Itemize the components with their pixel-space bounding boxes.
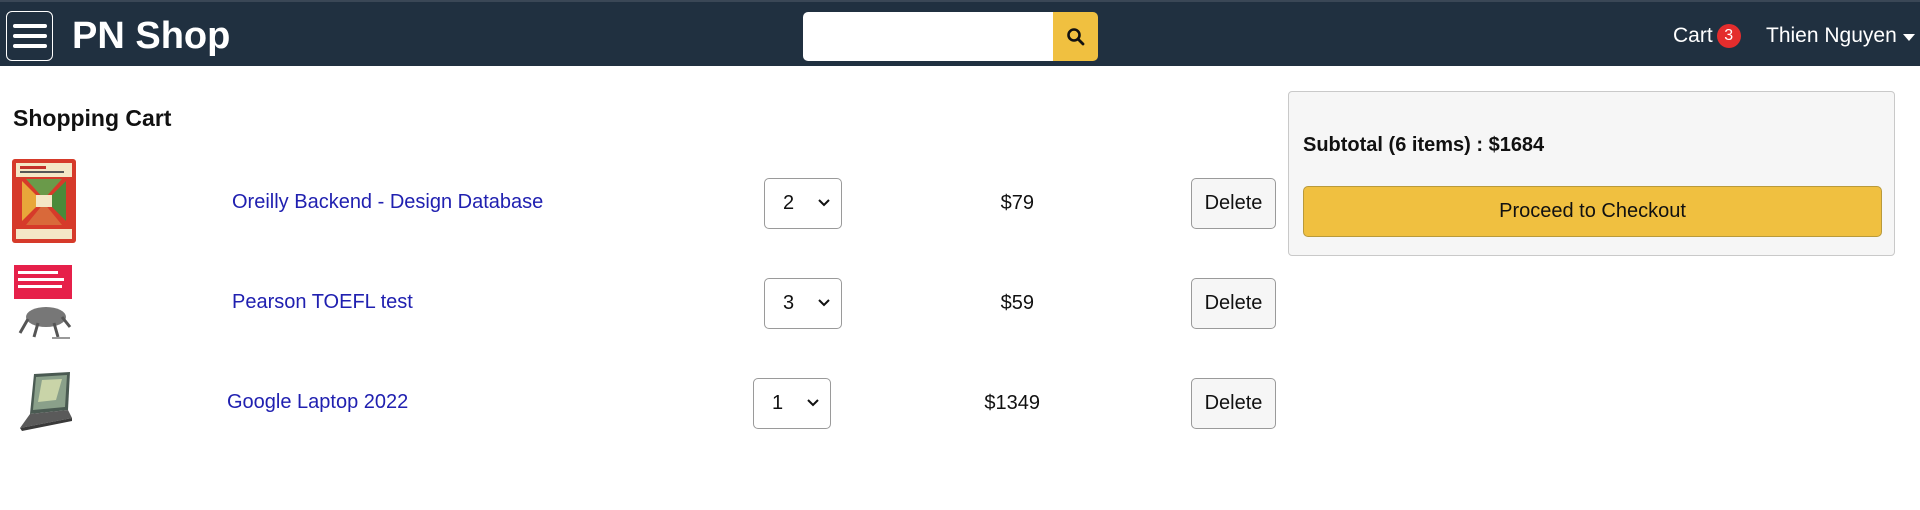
hamburger-menu-button[interactable] xyxy=(6,11,53,61)
product-image[interactable] xyxy=(12,159,76,243)
menu-bar xyxy=(12,24,47,28)
search-bar xyxy=(803,12,1098,61)
product-name-link[interactable]: Google Laptop 2022 xyxy=(227,391,408,414)
cart-count-badge: 3 xyxy=(1716,24,1741,48)
search-icon xyxy=(1066,27,1084,45)
book-cover-icon xyxy=(12,159,76,243)
top-navbar: PN Shop Cart 3 Thien Nguyen xyxy=(0,0,1920,66)
quantity-select[interactable]: 3 xyxy=(764,278,842,329)
cart-link[interactable]: Cart 3 xyxy=(1673,24,1741,48)
proceed-to-checkout-button[interactable]: Proceed to Checkout xyxy=(1303,186,1882,237)
quantity-value: 1 xyxy=(772,392,784,414)
delete-item-button[interactable]: Delete xyxy=(1191,178,1276,229)
product-image[interactable] xyxy=(12,370,76,434)
cart-item-row: Pearson TOEFL test 3 $59 Delete xyxy=(0,258,1290,348)
item-price: $79 xyxy=(1000,192,1034,214)
quantity-value: 2 xyxy=(783,192,795,214)
chevron-down-icon xyxy=(818,199,830,207)
quantity-select[interactable]: 2 xyxy=(764,178,842,229)
menu-bar xyxy=(12,44,47,48)
item-price: $59 xyxy=(1000,292,1034,314)
search-button[interactable] xyxy=(1053,12,1098,61)
user-name: Thien Nguyen xyxy=(1766,24,1897,47)
product-image[interactable] xyxy=(12,259,76,343)
caret-down-icon xyxy=(1902,33,1915,41)
delete-item-button[interactable]: Delete xyxy=(1191,278,1276,329)
order-summary-card: Subtotal (6 items) : $1684 Proceed to Ch… xyxy=(1288,91,1895,256)
book-cover-icon xyxy=(12,259,76,343)
delete-item-button[interactable]: Delete xyxy=(1191,378,1276,429)
search-input[interactable] xyxy=(803,12,1053,61)
menu-bar xyxy=(12,34,47,38)
product-name-link[interactable]: Oreilly Backend - Design Database xyxy=(232,191,543,214)
quantity-select[interactable]: 1 xyxy=(753,378,831,429)
cart-item-row: Google Laptop 2022 1 $1349 Delete xyxy=(0,358,1290,448)
quantity-value: 3 xyxy=(783,292,795,314)
chevron-down-icon xyxy=(818,299,830,307)
subtotal-text: Subtotal (6 items) : $1684 xyxy=(1303,134,1545,156)
user-menu-dropdown[interactable]: Thien Nguyen xyxy=(1766,24,1915,48)
brand-logo-link[interactable]: PN Shop xyxy=(72,16,230,56)
laptop-icon xyxy=(20,372,72,431)
cart-item-row: Oreilly Backend - Design Database 2 $79 … xyxy=(0,158,1290,248)
item-price: $1349 xyxy=(984,392,1040,414)
product-name-link[interactable]: Pearson TOEFL test xyxy=(232,291,413,314)
cart-label: Cart xyxy=(1673,24,1713,47)
chevron-down-icon xyxy=(807,399,819,407)
page-title: Shopping Cart xyxy=(13,105,172,131)
